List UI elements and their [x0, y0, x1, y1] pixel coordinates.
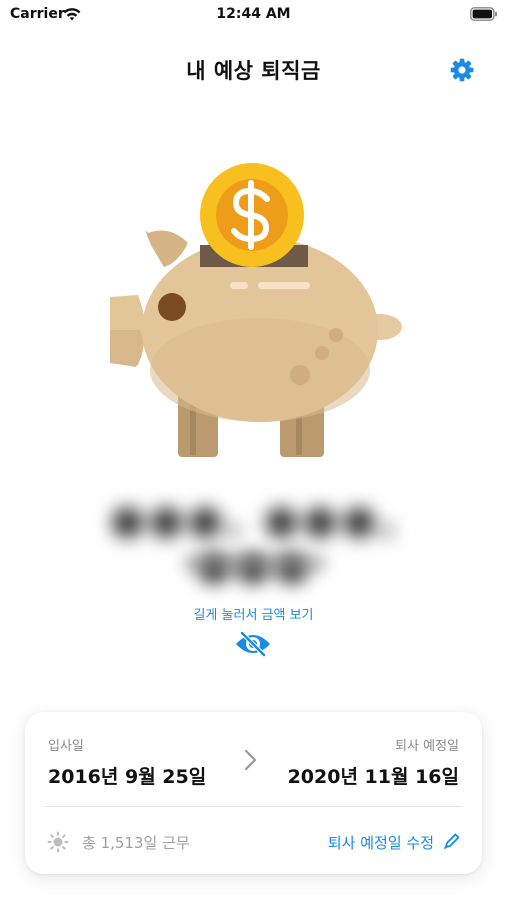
start-date-value: 2016년 9월 25일	[48, 766, 207, 788]
page-title: 내 예상 퇴직금	[186, 59, 321, 83]
status-bar: Carrier 12:44 AM	[0, 0, 507, 30]
pencil-icon[interactable]	[442, 831, 462, 851]
total-days-worked: 총 1,513일 근무	[82, 834, 190, 852]
reveal-amount-hint[interactable]: 길게 눌러서 금액 보기	[0, 604, 507, 623]
sun-icon	[47, 831, 69, 853]
end-date-label: 퇴사 예정일	[395, 739, 459, 754]
piggy-bank-illustration	[110, 163, 402, 457]
card-divider	[45, 806, 462, 807]
start-date-label: 입사일	[48, 739, 84, 754]
battery-icon	[470, 7, 497, 21]
chevron-right-icon	[244, 749, 257, 771]
gear-icon[interactable]	[448, 56, 476, 84]
employment-period-card: 입사일 2016년 9월 25일 퇴사 예정일 2020년 11월 16일 총 …	[25, 712, 482, 874]
clock: 12:44 AM	[216, 6, 291, 22]
edit-end-date-button[interactable]: 퇴사 예정일 수정	[328, 832, 434, 853]
hidden-amount-sub: ●●●●●●●●●	[184, 552, 326, 573]
eye-slash-icon[interactable]	[233, 630, 273, 658]
hidden-amount: ●●●, ●●●, ●●●	[110, 497, 400, 589]
end-date-value: 2020년 11월 16일	[287, 766, 459, 788]
